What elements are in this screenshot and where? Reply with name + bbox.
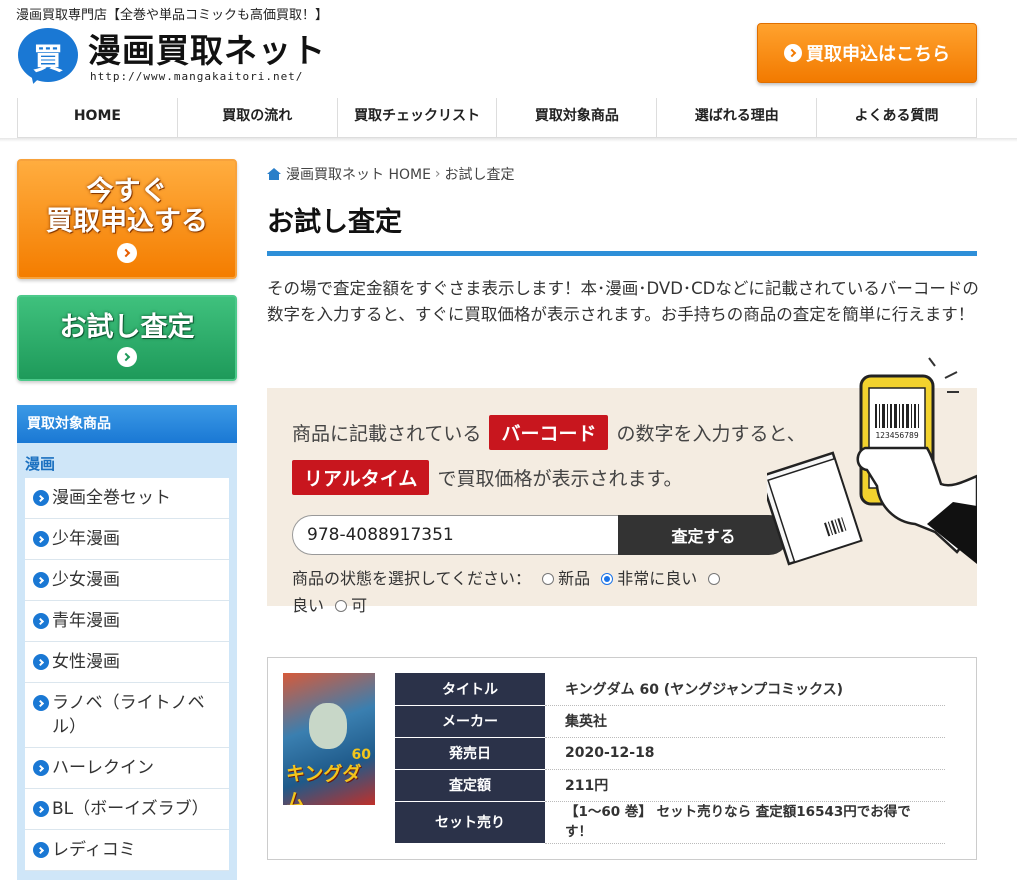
apply-header-button[interactable]: 買取申込はこちら (757, 23, 977, 83)
main-nav: HOME 買取の流れ 買取チェックリスト 買取対象商品 選ばれる理由 よくある質… (17, 98, 977, 138)
breadcrumb-separator: › (434, 166, 441, 182)
barcode-input[interactable] (292, 515, 618, 555)
chevron-right-icon (33, 490, 49, 506)
breadcrumb-current: お試し査定 (444, 167, 515, 183)
page-title: お試し査定 (267, 207, 402, 238)
nav-checklist[interactable]: 買取チェックリスト (336, 98, 497, 137)
category-item[interactable]: ハーレクイン (25, 748, 229, 789)
barcode-checker: 商品に記載されている バーコード の数字を入力すると、 リアルタイム で買取価格… (267, 357, 977, 615)
breadcrumb-home-link[interactable]: 漫画買取ネット HOME (286, 164, 431, 184)
svg-text:123456789: 123456789 (875, 431, 919, 440)
barcode-search: 査定する (292, 515, 789, 555)
condition-label: 商品の状態を選択してください： (292, 569, 532, 588)
chevron-right-icon (33, 801, 49, 817)
radio-good[interactable] (708, 573, 721, 585)
category-item[interactable]: 少女漫画 (25, 560, 229, 601)
realtime-tag: リアルタイム (292, 460, 430, 495)
category-item[interactable]: 少年漫画 (25, 519, 229, 560)
radio-very-good[interactable] (601, 573, 614, 585)
chevron-right-icon (117, 243, 137, 263)
checker-message-1: 商品に記載されている バーコード の数字を入力すると、 (292, 415, 806, 450)
category-box: 買取対象商品 漫画 漫画全巻セット 少年漫画 少女漫画 青年漫画 女性漫画 ラノ… (17, 405, 237, 880)
chevron-right-icon (784, 44, 802, 62)
title-underline (267, 251, 977, 256)
breadcrumb: 漫画買取ネット HOME › お試し査定 (267, 164, 515, 184)
logo-title: 漫画買取ネット (88, 30, 326, 70)
condition-selector: 商品の状態を選択してください： 新品 非常に良い 良い 可 (292, 565, 772, 619)
logo-badge-icon: 買 (18, 28, 80, 87)
result-card: 60 キングダム タイトル キングダム 60 (ヤングジャンプコミックス) メーカ… (267, 657, 977, 860)
table-row: メーカー 集英社 (395, 705, 945, 738)
radio-acceptable[interactable] (335, 600, 348, 612)
category-list: 漫画全巻セット 少年漫画 少女漫画 青年漫画 女性漫画 ラノベ（ライトノベル） … (25, 478, 229, 871)
logo-url: http://www.mangakaitori.net/ (90, 69, 304, 83)
nav-faq[interactable]: よくある質問 (816, 98, 977, 137)
category-item[interactable]: ラノベ（ライトノベル） (25, 683, 229, 748)
category-item[interactable]: 漫画全巻セット (25, 478, 229, 519)
site-logo[interactable]: 買 漫画買取ネット http://www.mangakaitori.net/ (18, 28, 326, 87)
trial-appraisal-button[interactable]: お試し査定 (17, 295, 237, 381)
site-tagline: 漫画買取専門店【全巻や単品コミックも高価買取！】 (16, 8, 329, 23)
chevron-right-icon (33, 572, 49, 588)
nav-flow[interactable]: 買取の流れ (176, 98, 337, 137)
category-heading: 買取対象商品 (17, 405, 237, 443)
chevron-right-icon (33, 654, 49, 670)
table-row: 査定額 211円 (395, 769, 945, 802)
apply-now-button[interactable]: 今すぐ 買取申込する (17, 159, 237, 279)
book-cover-image: 60 キングダム (283, 673, 375, 805)
category-sub-heading[interactable]: 漫画 (17, 443, 237, 478)
category-item[interactable]: 女性漫画 (25, 642, 229, 683)
chevron-right-icon (33, 695, 49, 711)
category-item[interactable]: レディコミ (25, 830, 229, 871)
chevron-right-icon (33, 613, 49, 629)
chevron-right-icon (33, 760, 49, 776)
table-row: セット売り 【1～60 巻】 セット売りなら 査定額16543円でお得です！ (395, 801, 945, 844)
nav-products[interactable]: 買取対象商品 (496, 98, 656, 137)
category-item[interactable]: BL（ボーイズラブ） (25, 789, 229, 830)
radio-new[interactable] (542, 573, 555, 585)
checker-message-2: リアルタイム で買取価格が表示されます。 (292, 460, 683, 495)
phone-scan-illustration-icon: 123456789 (767, 357, 977, 566)
table-row: 発売日 2020-12-18 (395, 737, 945, 770)
appraise-button[interactable]: 査定する (618, 515, 789, 555)
nav-home[interactable]: HOME (17, 98, 177, 137)
table-row: タイトル キングダム 60 (ヤングジャンプコミックス) (395, 673, 945, 706)
nav-reasons[interactable]: 選ばれる理由 (656, 98, 816, 137)
intro-text: その場で査定金額をすぐさま表示します！本･漫画･DVD･CDなどに記載されている… (267, 279, 979, 324)
barcode-tag: バーコード (489, 415, 609, 450)
home-icon (267, 168, 281, 180)
result-table: タイトル キングダム 60 (ヤングジャンプコミックス) メーカー 集英社 発売日 2… (395, 673, 945, 844)
chevron-right-icon (33, 531, 49, 547)
chevron-right-icon (117, 347, 137, 367)
category-item[interactable]: 青年漫画 (25, 601, 229, 642)
nav-divider (0, 138, 1017, 142)
chevron-right-icon (33, 842, 49, 858)
